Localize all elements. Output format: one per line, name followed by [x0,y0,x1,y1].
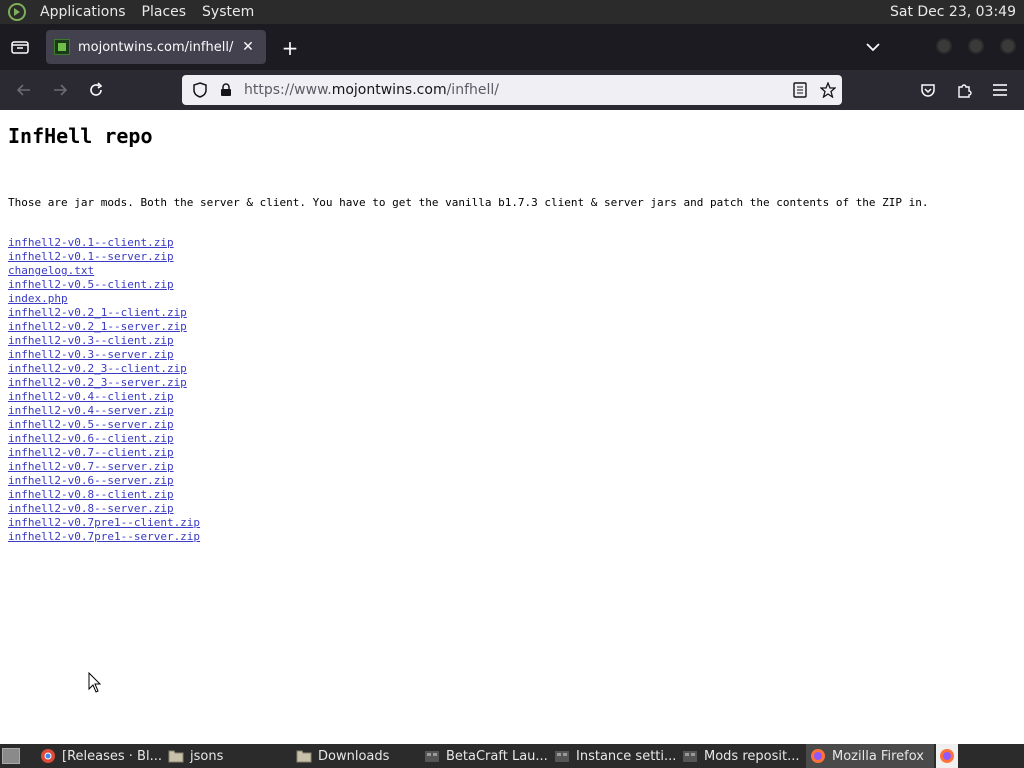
url-domain: mojontwins.com [331,82,447,98]
app-icon [555,751,569,762]
file-link[interactable]: infhell2-v0.5--client.zip [8,278,200,292]
url-text[interactable]: https://www.mojontwins.com/infhell/ [244,82,786,98]
taskbar-label: [Releases · Bl... [62,748,162,764]
firefox-icon [811,749,825,763]
file-link[interactable]: infhell2-v0.3--server.zip [8,348,200,362]
taskbar-item-instance-settings[interactable]: Instance setti... [550,744,676,768]
taskbar-item-firefox[interactable]: Mozilla Firefox [806,744,934,768]
app-icon [425,751,439,762]
pocket-button[interactable] [916,78,940,102]
taskbar-item-mods-repository[interactable]: Mods reposit... [678,744,804,768]
tab-list-button[interactable] [0,24,40,70]
file-link[interactable]: infhell2-v0.2_1--server.zip [8,320,200,334]
taskbar-label: Instance setti... [576,748,676,764]
extensions-button[interactable] [952,78,976,102]
file-link[interactable]: infhell2-v0.7pre1--client.zip [8,516,200,530]
page-content: InfHell repo Those are jar mods. Both th… [0,110,1024,744]
file-link[interactable]: infhell2-v0.4--server.zip [8,404,200,418]
url-bar[interactable]: https://www.mojontwins.com/infhell/ [182,75,842,105]
bottom-taskbar: [Releases · Bl... jsons Downloads BetaCr… [0,744,1024,768]
puzzle-icon [958,84,972,98]
browser-tab-bar: mojontwins.com/infhell/ ✕ + [0,24,1024,70]
file-link[interactable]: infhell2-v0.8--server.zip [8,502,200,516]
file-link[interactable]: infhell2-v0.7--server.zip [8,460,200,474]
bookmark-star-icon[interactable] [814,82,842,98]
file-link[interactable]: index.php [8,292,200,306]
file-link[interactable]: infhell2-v0.3--client.zip [8,334,200,348]
taskbar-label: Downloads [318,748,390,764]
navigation-toolbar: https://www.mojontwins.com/infhell/ [0,70,1024,110]
system-top-panel: Applications Places System Sat Dec 23, 0… [0,0,1024,24]
file-link[interactable]: infhell2-v0.7pre1--server.zip [8,530,200,544]
file-link[interactable]: infhell2-v0.2_3--server.zip [8,376,200,390]
app-icon [683,751,697,762]
back-arrow-icon [16,84,30,96]
mouse-cursor-icon [88,672,102,693]
firefox-icon [940,749,954,763]
reader-view-icon[interactable] [786,82,814,98]
tracking-protection-shield-icon[interactable] [186,82,214,98]
tabs-list-icon [11,41,29,54]
folder-icon [168,750,184,763]
tab-close-icon[interactable]: ✕ [238,37,258,57]
list-all-tabs-chevron-icon[interactable] [862,36,884,58]
clock[interactable]: Sat Dec 23, 03:49 [890,4,1024,20]
app-menu-button[interactable] [988,78,1012,102]
page-title: InfHell repo [8,124,153,148]
taskbar-firefox-quick-icon[interactable] [936,744,958,768]
minimize-button[interactable] [936,38,952,54]
file-link[interactable]: infhell2-v0.1--client.zip [8,236,200,250]
taskbar-label: jsons [190,748,224,764]
menu-system[interactable]: System [194,0,262,24]
forward-arrow-icon [54,84,68,96]
file-link[interactable]: infhell2-v0.2_1--client.zip [8,306,200,320]
close-window-button[interactable] [1000,38,1016,54]
site-favicon-icon [54,39,70,55]
menu-places[interactable]: Places [134,0,195,24]
taskbar-item-releases[interactable]: [Releases · Bl... [36,744,162,768]
show-desktop-icon[interactable] [2,748,20,764]
file-link[interactable]: infhell2-v0.1--server.zip [8,250,200,264]
lock-icon[interactable] [214,83,238,97]
file-link[interactable]: infhell2-v0.8--client.zip [8,488,200,502]
file-link[interactable]: infhell2-v0.5--server.zip [8,418,200,432]
back-button[interactable] [12,78,36,102]
taskbar-item-downloads[interactable]: Downloads [292,744,418,768]
page-description: Those are jar mods. Both the server & cl… [8,196,929,209]
tab-title: mojontwins.com/infhell/ [78,39,234,55]
file-link[interactable]: infhell2-v0.4--client.zip [8,390,200,404]
tab-active[interactable]: mojontwins.com/infhell/ ✕ [46,30,266,64]
hamburger-menu-icon [993,84,1007,96]
file-link[interactable]: changelog.txt [8,264,200,278]
file-link[interactable]: infhell2-v0.6--client.zip [8,432,200,446]
url-prefix: https://www. [244,82,332,98]
chrome-icon [41,749,55,763]
taskbar-label: Mods reposit... [704,748,800,764]
mint-logo-icon[interactable] [6,1,28,23]
system-menu-bar: Applications Places System [0,0,262,24]
reload-button[interactable] [84,78,108,102]
taskbar-label: Mozilla Firefox [832,748,924,764]
file-link[interactable]: infhell2-v0.7--client.zip [8,446,200,460]
file-link[interactable]: infhell2-v0.2_3--client.zip [8,362,200,376]
taskbar-item-jsons[interactable]: jsons [164,744,288,768]
menu-applications[interactable]: Applications [32,0,134,24]
folder-icon [296,750,312,763]
file-list: infhell2-v0.1--client.zip infhell2-v0.1--… [8,236,200,544]
taskbar-label: BetaCraft Lau... [446,748,548,764]
file-link[interactable]: infhell2-v0.6--server.zip [8,474,200,488]
maximize-button[interactable] [968,38,984,54]
reload-icon [90,82,103,96]
forward-button[interactable] [48,78,72,102]
pocket-icon [921,84,935,97]
new-tab-button[interactable]: + [278,36,302,60]
taskbar-item-betacraft[interactable]: BetaCraft Lau... [420,744,548,768]
url-path: /infhell/ [446,82,499,98]
